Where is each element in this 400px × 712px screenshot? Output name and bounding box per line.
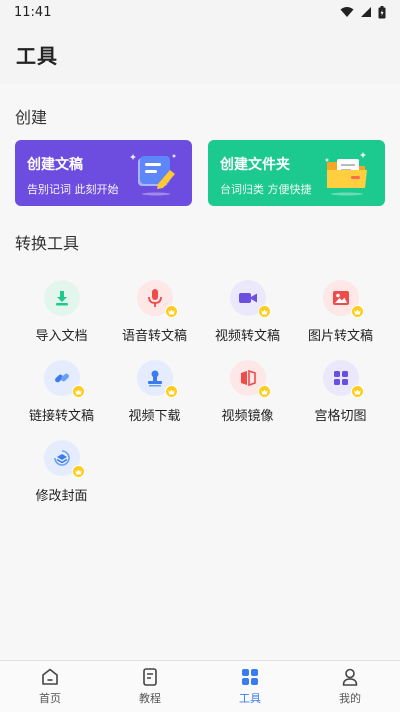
tool-label: 修改封面	[35, 489, 88, 504]
battery-icon	[378, 5, 386, 18]
tool-voice-to-text[interactable]: 语音转文稿	[108, 280, 201, 344]
signal-icon	[361, 7, 371, 17]
status-bar: 11:41	[0, 0, 400, 24]
tool-label: 视频转文稿	[214, 329, 280, 344]
tools-section-title: 转换工具	[15, 234, 80, 253]
nav-item-tools[interactable]: 工具	[200, 661, 300, 712]
nav-item-tutorial[interactable]: 教程	[100, 661, 200, 712]
grid-icon	[322, 360, 364, 398]
tutorial-doc-icon	[143, 668, 157, 686]
main-content: 创建 创建文稿 告别记词 此刻开始 创建文件夹 台词归类 方便快捷 转换工具 导…	[0, 104, 400, 504]
nav-label-profile: 我的	[339, 692, 361, 705]
tool-video-to-text[interactable]: 视频转文稿	[201, 280, 294, 344]
home-icon	[42, 668, 58, 685]
tool-video-mirror[interactable]: 视频镜像	[201, 360, 294, 424]
tool-label: 语音转文稿	[121, 329, 187, 344]
create-document-card[interactable]: 创建文稿 告别记词 此刻开始	[15, 140, 192, 206]
tool-label: 图片转文稿	[307, 329, 373, 344]
create-section-title: 创建	[15, 108, 48, 127]
image-icon	[322, 280, 364, 318]
vip-badge-icon	[164, 385, 178, 398]
vip-badge-icon	[164, 305, 178, 318]
tools-grid-icon	[242, 669, 258, 685]
tool-edit-cover[interactable]: 修改封面	[15, 440, 108, 504]
vip-badge-icon	[257, 385, 271, 398]
nav-label-home: 首页	[39, 692, 61, 705]
create-cards: 创建文稿 告别记词 此刻开始 创建文件夹 台词归类 方便快捷	[15, 140, 385, 206]
wifi-icon	[340, 7, 354, 17]
vip-badge-icon	[350, 385, 364, 398]
page-title: 工具	[16, 43, 58, 68]
create-folder-card[interactable]: 创建文件夹 台词归类 方便快捷	[208, 140, 385, 206]
vip-badge-icon	[71, 385, 85, 398]
tool-grid-cut[interactable]: 宫格切图	[294, 360, 387, 424]
tool-label: 导入文档	[35, 329, 88, 344]
app-header: 工具	[0, 24, 400, 84]
tool-label: 视频镜像	[221, 409, 274, 424]
vip-badge-icon	[350, 305, 364, 318]
tools-grid: 导入文档 语音转文稿 视频转文稿 图片转文稿 链接转文稿 视频下载 视频镜像 宫…	[15, 280, 385, 504]
status-time: 11:41	[14, 4, 52, 20]
tool-video-download[interactable]: 视频下载	[108, 360, 201, 424]
nav-item-home[interactable]: 首页	[0, 661, 100, 712]
vip-badge-icon	[71, 465, 85, 478]
tool-import-document[interactable]: 导入文档	[15, 280, 108, 344]
tool-image-to-text[interactable]: 图片转文稿	[294, 280, 387, 344]
nav-label-tools: 工具	[239, 692, 261, 705]
mirror-icon	[229, 360, 271, 398]
link-icon	[43, 360, 85, 398]
microphone-icon	[136, 280, 178, 318]
folder-icon	[325, 152, 367, 196]
video-camera-icon	[229, 280, 271, 318]
tool-link-to-text[interactable]: 链接转文稿	[15, 360, 108, 424]
import-doc-icon	[43, 280, 80, 316]
document-pen-icon	[130, 154, 176, 196]
nav-item-profile[interactable]: 我的	[300, 661, 400, 712]
download-stamp-icon	[136, 360, 178, 398]
tool-label: 链接转文稿	[28, 409, 94, 424]
bottom-nav: 首页 教程 工具 我的	[0, 660, 400, 712]
nav-label-tutorial: 教程	[139, 692, 161, 705]
cover-icon	[43, 440, 85, 478]
tool-label: 宫格切图	[314, 409, 367, 424]
vip-badge-icon	[257, 305, 271, 318]
status-icons	[340, 5, 386, 19]
profile-icon	[342, 668, 358, 686]
tool-label: 视频下载	[128, 409, 181, 424]
